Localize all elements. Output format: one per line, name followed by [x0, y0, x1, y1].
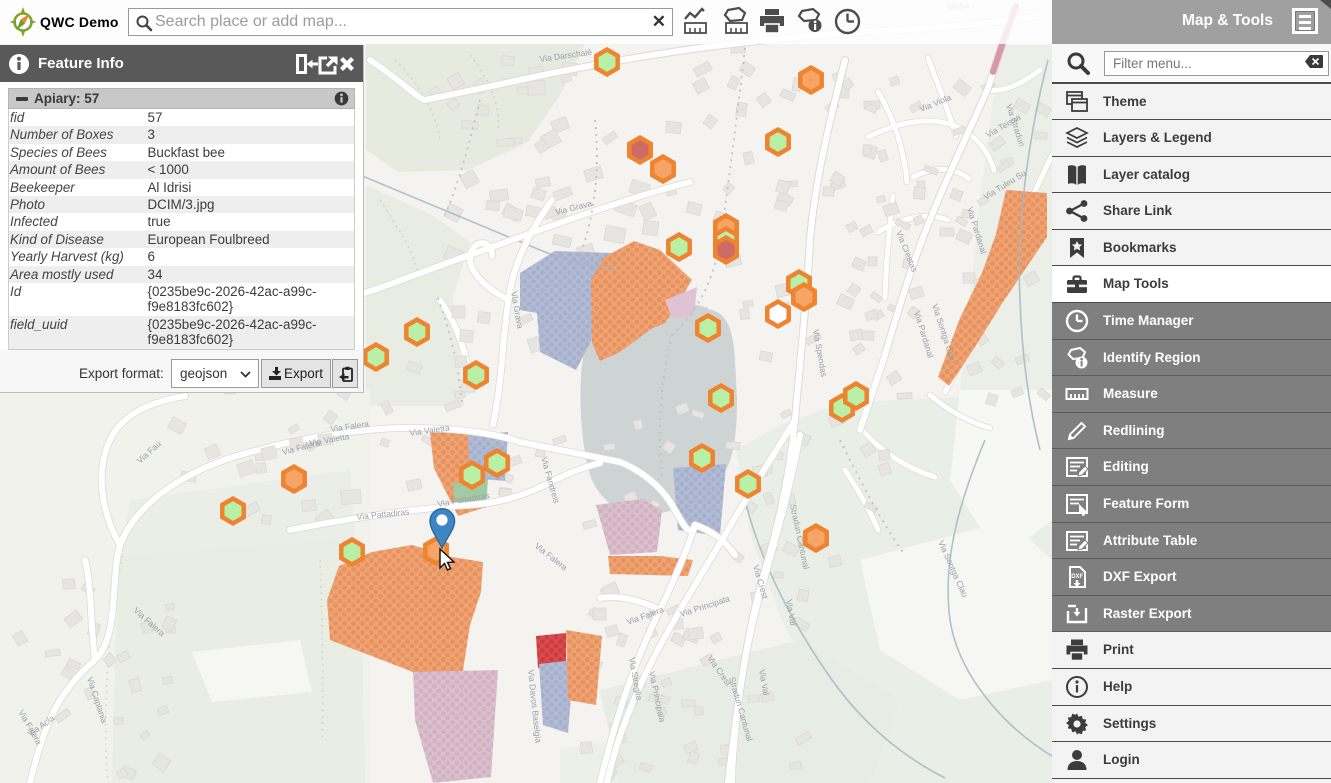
svg-text:DXF: DXF [1071, 574, 1083, 580]
